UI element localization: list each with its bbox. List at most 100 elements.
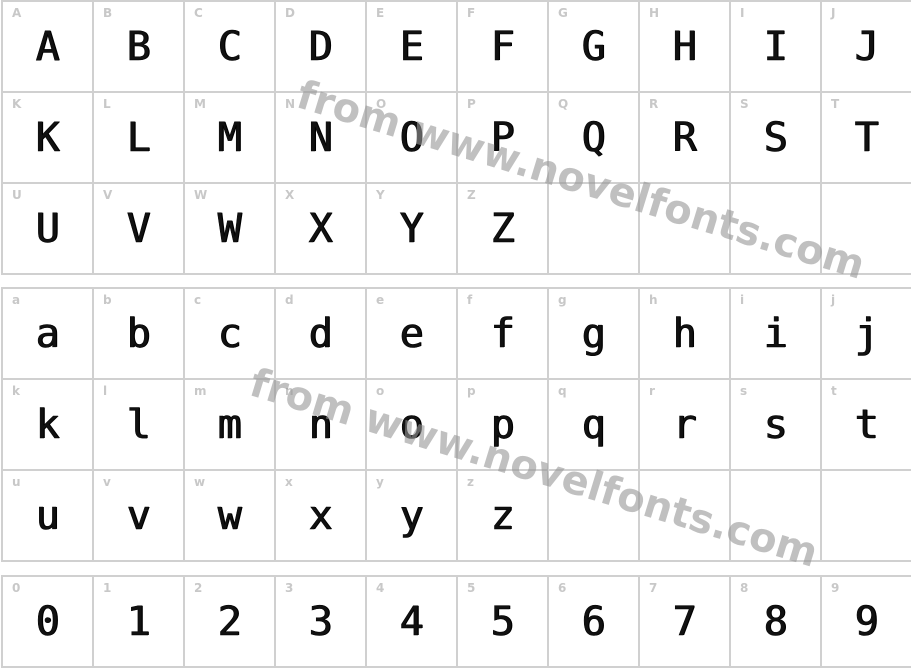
glyph-label: K xyxy=(12,97,22,111)
glyph-label: F xyxy=(467,6,476,20)
glyph-cell: RR xyxy=(640,93,731,184)
glyph-cell: ss xyxy=(731,380,822,471)
glyph-cell: yy xyxy=(367,471,458,562)
glyph-preview: e xyxy=(399,311,424,358)
glyph-label: O xyxy=(376,97,387,111)
glyph-cell: XX xyxy=(276,184,367,275)
glyph-label: d xyxy=(285,293,294,307)
glyph-label: Y xyxy=(376,188,385,202)
glyph-preview: H xyxy=(672,24,697,71)
glyph-preview: K xyxy=(35,115,60,162)
glyph-label: 9 xyxy=(831,581,840,595)
glyph-label: k xyxy=(12,384,20,398)
glyph-preview: T xyxy=(854,115,879,162)
glyph-cell: nn xyxy=(276,380,367,471)
glyph-cell: VV xyxy=(94,184,185,275)
glyph-label: o xyxy=(376,384,385,398)
glyph-cell: uu xyxy=(3,471,94,562)
glyph-preview: w xyxy=(217,493,242,540)
glyph-preview: p xyxy=(490,402,515,449)
glyph-preview: R xyxy=(672,115,697,162)
glyph-preview: J xyxy=(854,24,879,71)
glyph-cell: kk xyxy=(3,380,94,471)
glyph-cell: dd xyxy=(276,289,367,380)
glyph-label: S xyxy=(740,97,749,111)
empty-cell xyxy=(549,471,640,562)
glyph-label: p xyxy=(467,384,476,398)
glyph-cell: LL xyxy=(94,93,185,184)
glyph-label: W xyxy=(194,188,208,202)
glyph-cell: 99 xyxy=(822,577,911,668)
glyph-preview: Z xyxy=(490,206,515,253)
glyph-preview: O xyxy=(399,115,424,162)
glyph-cell: TT xyxy=(822,93,911,184)
glyph-label: B xyxy=(103,6,113,20)
empty-cell xyxy=(822,184,911,275)
glyph-cell: SS xyxy=(731,93,822,184)
glyph-cell: CC xyxy=(185,2,276,93)
glyph-preview: 8 xyxy=(763,599,788,646)
glyph-cell: qq xyxy=(549,380,640,471)
glyph-preview: I xyxy=(763,24,788,71)
glyph-preview: B xyxy=(126,24,151,71)
glyph-preview: 6 xyxy=(581,599,606,646)
glyph-cell: ll xyxy=(94,380,185,471)
glyph-label: h xyxy=(649,293,658,307)
glyph-preview: 5 xyxy=(490,599,515,646)
glyph-cell: tt xyxy=(822,380,911,471)
glyph-cell: FF xyxy=(458,2,549,93)
glyph-cell: zz xyxy=(458,471,549,562)
glyph-preview: o xyxy=(399,402,424,449)
glyph-cell: pp xyxy=(458,380,549,471)
glyph-label: 4 xyxy=(376,581,385,595)
glyph-cell: ZZ xyxy=(458,184,549,275)
glyph-preview: 1 xyxy=(126,599,151,646)
glyph-cell: cc xyxy=(185,289,276,380)
glyph-cell: HH xyxy=(640,2,731,93)
glyph-preview: S xyxy=(763,115,788,162)
glyph-cell: 22 xyxy=(185,577,276,668)
glyph-preview: b xyxy=(126,311,151,358)
glyph-label: L xyxy=(103,97,111,111)
glyph-label: 7 xyxy=(649,581,658,595)
glyph-label: I xyxy=(740,6,745,20)
glyph-preview: l xyxy=(126,402,151,449)
glyph-cell: AA xyxy=(3,2,94,93)
glyph-cell: hh xyxy=(640,289,731,380)
glyph-label: V xyxy=(103,188,113,202)
glyph-label: b xyxy=(103,293,112,307)
glyph-label: c xyxy=(194,293,202,307)
glyph-label: 2 xyxy=(194,581,203,595)
glyph-label: A xyxy=(12,6,22,20)
glyph-cell: QQ xyxy=(549,93,640,184)
glyph-label: v xyxy=(103,475,111,489)
glyph-preview: q xyxy=(581,402,606,449)
glyph-cell: WW xyxy=(185,184,276,275)
glyph-cell: 88 xyxy=(731,577,822,668)
glyph-label: u xyxy=(12,475,21,489)
glyph-label: N xyxy=(285,97,296,111)
glyph-preview: m xyxy=(217,402,242,449)
glyph-cell: xx xyxy=(276,471,367,562)
glyph-preview: g xyxy=(581,311,606,358)
glyph-label: y xyxy=(376,475,384,489)
glyph-cell: NN xyxy=(276,93,367,184)
glyph-preview: X xyxy=(308,206,333,253)
glyph-cell: rr xyxy=(640,380,731,471)
glyph-preview: u xyxy=(35,493,60,540)
glyph-label: 5 xyxy=(467,581,476,595)
glyph-cell: PP xyxy=(458,93,549,184)
glyph-label: j xyxy=(831,293,836,307)
glyph-preview: d xyxy=(308,311,333,358)
glyph-label: 8 xyxy=(740,581,749,595)
glyph-cell: jj xyxy=(822,289,911,380)
glyph-label: Q xyxy=(558,97,569,111)
glyph-preview: Y xyxy=(399,206,424,253)
glyph-preview: 0 xyxy=(35,599,60,646)
glyph-label: z xyxy=(467,475,474,489)
glyph-preview: 2 xyxy=(217,599,242,646)
glyph-cell: OO xyxy=(367,93,458,184)
glyph-preview: y xyxy=(399,493,424,540)
glyph-preview: 4 xyxy=(399,599,424,646)
glyph-preview: D xyxy=(308,24,333,71)
